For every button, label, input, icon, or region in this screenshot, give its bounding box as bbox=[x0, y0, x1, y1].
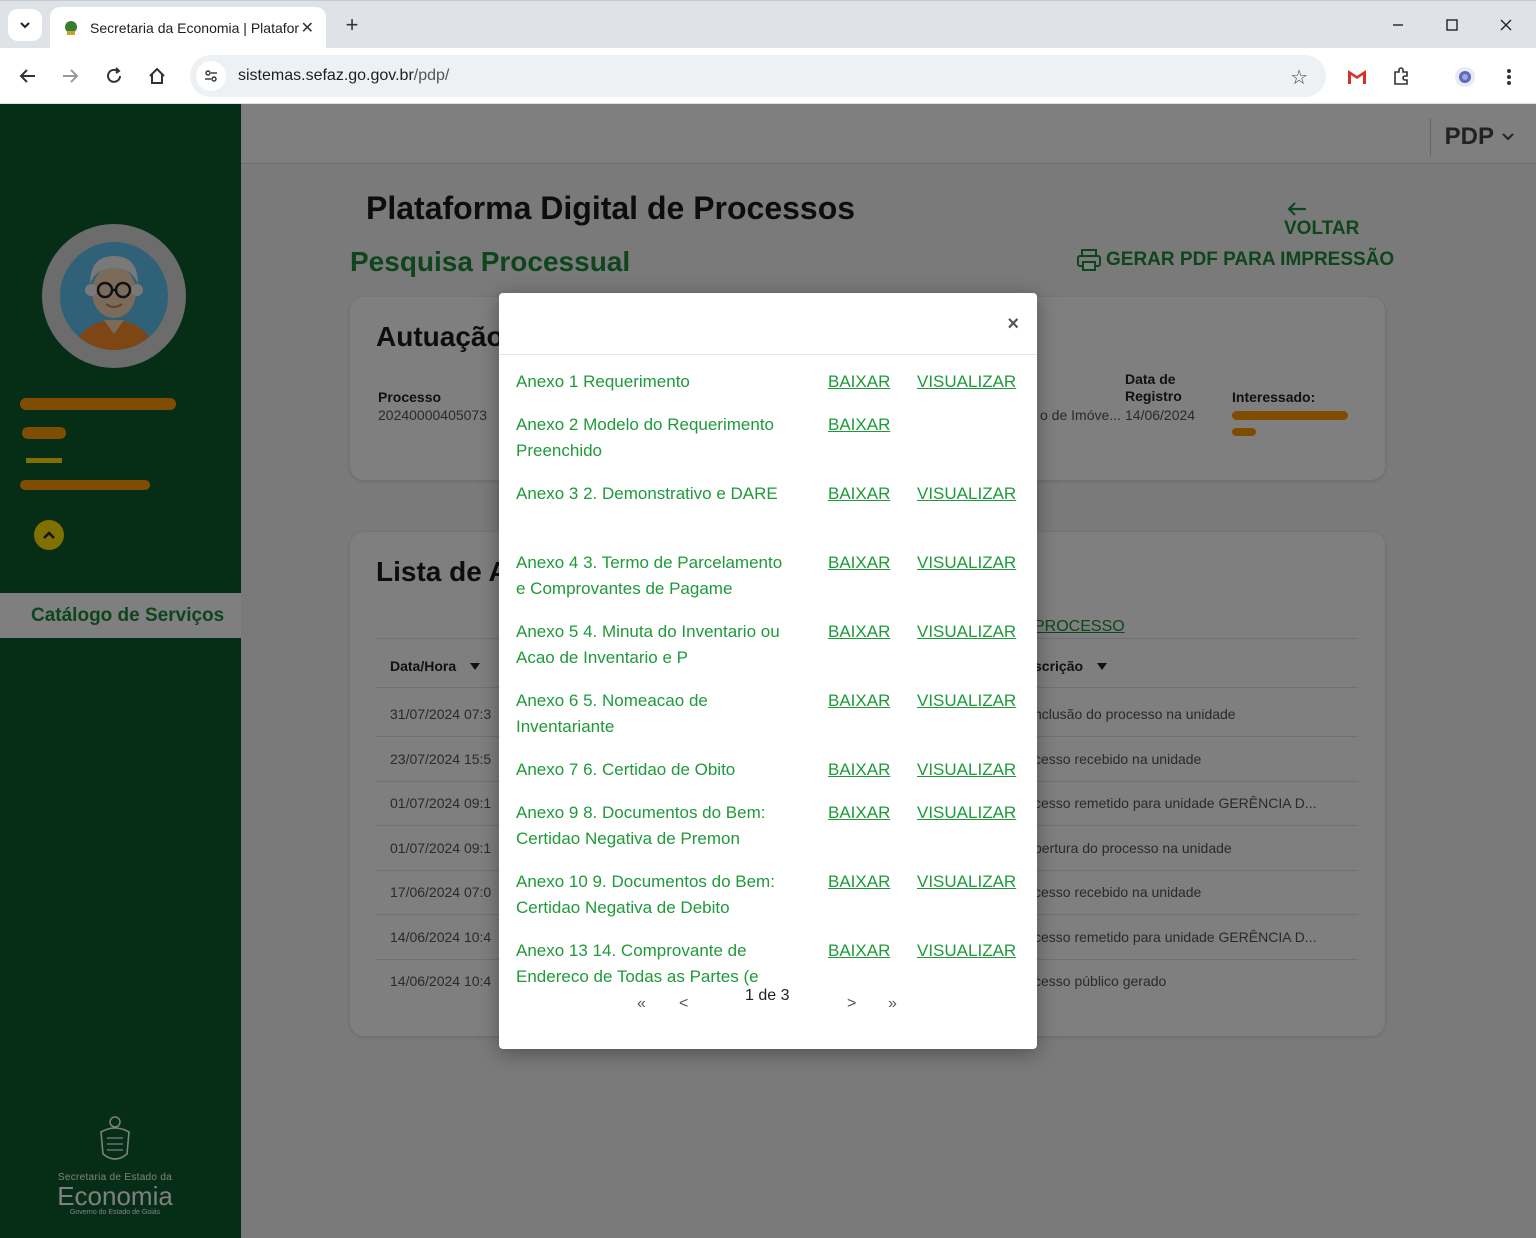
anexos-modal: × Anexo 1 Requerimento BAIXAR VISUALIZAR An… bbox=[499, 293, 1037, 1049]
annex-name: Anexo 1 Requerimento bbox=[516, 372, 690, 391]
tune-icon[interactable] bbox=[196, 61, 226, 91]
puzzle-icon[interactable] bbox=[1386, 62, 1416, 92]
address-bar[interactable]: sistemas.sefaz.go.gov.br/pdp/ ☆ bbox=[190, 55, 1326, 97]
close-icon[interactable]: ✕ bbox=[301, 18, 314, 38]
annex-row: Anexo 1 Requerimento BAIXAR VISUALIZAR bbox=[516, 369, 1021, 412]
plus-icon[interactable]: + bbox=[338, 11, 366, 39]
star-icon[interactable]: ☆ bbox=[1290, 65, 1308, 90]
tab-search-button[interactable] bbox=[8, 9, 42, 41]
visualizar-link[interactable]: VISUALIZAR bbox=[917, 481, 1016, 507]
annex-name: Anexo 5 4. Minuta do Inventario ou Acao … bbox=[516, 622, 780, 667]
visualizar-link[interactable]: VISUALIZAR bbox=[917, 800, 1016, 826]
visualizar-link[interactable]: VISUALIZAR bbox=[917, 550, 1016, 576]
minimize-icon[interactable] bbox=[1378, 11, 1418, 39]
baixar-link[interactable]: BAIXAR bbox=[828, 412, 890, 438]
annex-row: Anexo 2 Modelo do Requerimento Preenchid… bbox=[516, 412, 1021, 481]
chevron-down-icon bbox=[20, 22, 30, 29]
visualizar-link[interactable]: VISUALIZAR bbox=[917, 688, 1016, 714]
pagination-label: 1 de 3 bbox=[745, 987, 790, 1004]
baixar-link[interactable]: BAIXAR bbox=[828, 481, 890, 507]
visualizar-link[interactable]: VISUALIZAR bbox=[917, 869, 1016, 895]
baixar-link[interactable]: BAIXAR bbox=[828, 869, 890, 895]
reload-icon[interactable] bbox=[98, 60, 130, 92]
kebab-menu-icon[interactable] bbox=[1494, 62, 1524, 92]
baixar-link[interactable]: BAIXAR bbox=[828, 619, 890, 645]
annex-row: Anexo 10 9. Documentos do Bem: Certidao … bbox=[516, 869, 1021, 938]
annex-name: Anexo 2 Modelo do Requerimento Preenchid… bbox=[516, 415, 774, 460]
visualizar-link[interactable]: VISUALIZAR bbox=[917, 619, 1016, 645]
url-text: sistemas.sefaz.go.gov.br/pdp/ bbox=[238, 67, 450, 84]
visualizar-link[interactable]: VISUALIZAR bbox=[917, 757, 1016, 783]
annex-row: Anexo 4 3. Termo de Parcelamento e Compr… bbox=[516, 550, 1021, 619]
baixar-link[interactable]: BAIXAR bbox=[828, 938, 890, 964]
browser-tab-active[interactable]: Secretaria da Economia | Plataforma ✕ bbox=[50, 7, 326, 49]
baixar-link[interactable]: BAIXAR bbox=[828, 757, 890, 783]
close-window-icon[interactable] bbox=[1486, 11, 1526, 39]
visualizar-link[interactable]: VISUALIZAR bbox=[917, 938, 1016, 964]
annex-name: Anexo 9 8. Documentos do Bem: Certidao N… bbox=[516, 803, 766, 848]
pagination-next[interactable]: > bbox=[847, 995, 856, 1013]
annex-row: Anexo 3 2. Demonstrativo e DARE BAIXAR VIS… bbox=[516, 481, 1021, 550]
annex-row: Anexo 6 5. Nomeacao de Inventariante BAIX… bbox=[516, 688, 1021, 757]
annex-row: Anexo 5 4. Minuta do Inventario ou Acao … bbox=[516, 619, 1021, 688]
baixar-link[interactable]: BAIXAR bbox=[828, 688, 890, 714]
annex-name: Anexo 13 14. Comprovante de Endereco de … bbox=[516, 941, 759, 986]
close-icon[interactable]: × bbox=[1007, 313, 1019, 336]
baixar-link[interactable]: BAIXAR bbox=[828, 369, 890, 395]
visualizar-link[interactable]: VISUALIZAR bbox=[917, 369, 1016, 395]
pagination-last[interactable]: » bbox=[888, 995, 897, 1013]
tab-title: Secretaria da Economia | Plataforma bbox=[90, 20, 300, 36]
annex-list: Anexo 1 Requerimento BAIXAR VISUALIZAR Anex… bbox=[516, 369, 1021, 1007]
goias-crest-icon bbox=[65, 21, 77, 35]
arrow-left-icon[interactable] bbox=[12, 60, 44, 92]
annex-name: Anexo 7 6. Certidao de Obito bbox=[516, 760, 736, 779]
annex-name: Anexo 6 5. Nomeacao de Inventariante bbox=[516, 691, 708, 736]
annex-name: Anexo 10 9. Documentos do Bem: Certidao … bbox=[516, 872, 775, 917]
arrow-right-icon[interactable] bbox=[54, 60, 86, 92]
annex-row: Anexo 7 6. Certidao de Obito BAIXAR VISUAL… bbox=[516, 757, 1021, 800]
modal-header: × bbox=[499, 293, 1037, 355]
browser-toolbar: sistemas.sefaz.go.gov.br/pdp/ ☆ bbox=[0, 48, 1536, 104]
browser-tab-strip: Secretaria da Economia | Plataforma ✕ + bbox=[0, 0, 1536, 49]
baixar-link[interactable]: BAIXAR bbox=[828, 800, 890, 826]
annex-row: Anexo 9 8. Documentos do Bem: Certidao N… bbox=[516, 800, 1021, 869]
pagination: « < 1 de 3 > » bbox=[499, 987, 1037, 1017]
home-icon[interactable] bbox=[141, 60, 173, 92]
profile-icon[interactable] bbox=[1450, 62, 1480, 92]
gmail-icon[interactable] bbox=[1342, 62, 1372, 92]
pagination-prev[interactable]: < bbox=[679, 995, 688, 1013]
baixar-link[interactable]: BAIXAR bbox=[828, 550, 890, 576]
page-viewport: Catálogo de Serviços Secretaria de Estad… bbox=[0, 104, 1536, 1238]
annex-name: Anexo 4 3. Termo de Parcelamento e Compr… bbox=[516, 553, 783, 598]
maximize-icon[interactable] bbox=[1432, 11, 1472, 39]
pagination-first[interactable]: « bbox=[637, 995, 646, 1013]
annex-name: Anexo 3 2. Demonstrativo e DARE bbox=[516, 484, 778, 503]
